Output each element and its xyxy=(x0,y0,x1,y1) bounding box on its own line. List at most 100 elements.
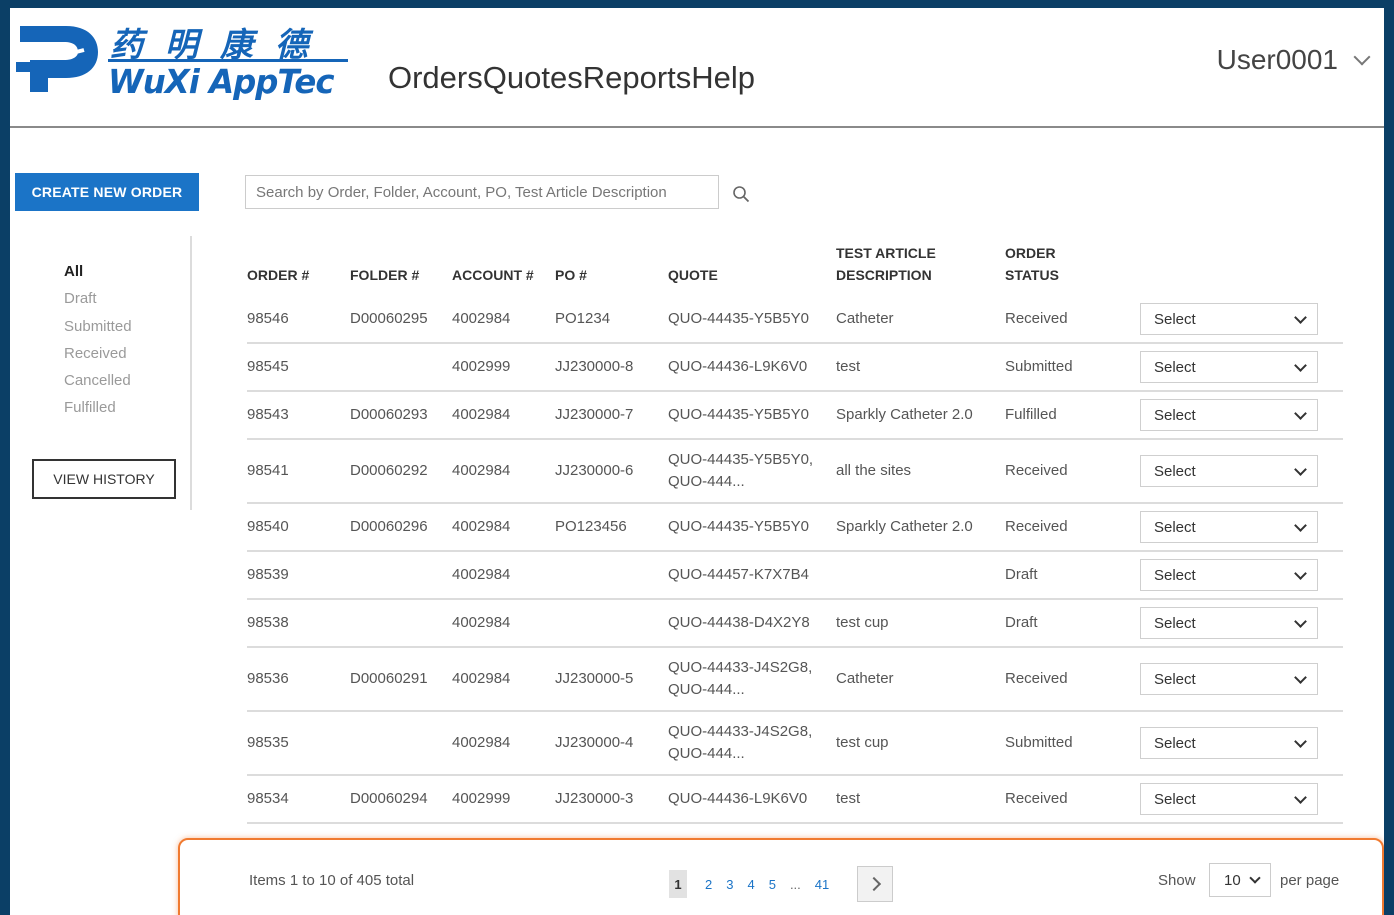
cell-order: 98535 xyxy=(247,734,289,751)
cell-account: 4002984 xyxy=(452,310,511,327)
cell-quote: QUO-44433-J4S2G8, QUO-444... xyxy=(668,648,812,710)
row-action-select[interactable]: Select xyxy=(1140,559,1318,591)
cell-description: test cup xyxy=(836,614,889,631)
status-filter-list: All Draft Submitted Received Cancelled F… xyxy=(64,258,132,422)
row-action-select[interactable]: Select xyxy=(1140,663,1318,695)
cell-account: 4002984 xyxy=(452,734,511,751)
page-4[interactable]: 4 xyxy=(747,877,754,892)
cell-description: Sparkly Catheter 2.0 xyxy=(836,518,973,535)
nav-orders[interactable]: Orders xyxy=(388,60,483,96)
cell-account: 4002984 xyxy=(452,406,511,423)
cell-status: Submitted xyxy=(1005,734,1073,751)
top-header: 药明康德 WuXi AppTec Orders Quotes Reports Help… xyxy=(10,8,1384,128)
quote-line: QUO-444... xyxy=(668,745,745,762)
table-row[interactable]: 98541 D00060292 4002984 JJ230000-6 QUO-44435… xyxy=(247,440,1343,504)
show-label: Show xyxy=(1158,872,1196,889)
header-order-status[interactable]: ORDER STATUS xyxy=(1005,236,1059,286)
table-row[interactable]: 98539 4002984 QUO-44457-K7X7B4 Draft Select xyxy=(247,552,1343,600)
page-5[interactable]: 5 xyxy=(769,877,776,892)
per-page-label: per page xyxy=(1280,872,1340,889)
filter-fulfilled[interactable]: Fulfilled xyxy=(64,394,132,421)
header-folder[interactable]: FOLDER # xyxy=(350,236,419,286)
cell-folder: D00060296 xyxy=(350,518,428,535)
filter-received[interactable]: Received xyxy=(64,340,132,367)
quote-line: QUO-444... xyxy=(668,681,745,698)
chevron-down-icon xyxy=(1294,734,1307,748)
header-account[interactable]: ACCOUNT # xyxy=(452,236,534,286)
cell-folder: D00060291 xyxy=(350,670,428,687)
table-row[interactable]: 98535 4002984 JJ230000-4 QUO-44433-J4S2G8, Q… xyxy=(247,712,1343,776)
page-2[interactable]: 2 xyxy=(705,877,712,892)
logo-p-mark-icon xyxy=(14,26,98,92)
cell-folder: D00060292 xyxy=(350,462,428,479)
filter-all[interactable]: All xyxy=(64,258,132,285)
page-41[interactable]: 41 xyxy=(815,877,829,892)
cell-po: JJ230000-3 xyxy=(555,790,634,807)
user-menu[interactable]: User0001 xyxy=(1217,44,1371,76)
filter-draft[interactable]: Draft xyxy=(64,285,132,312)
cell-account: 4002984 xyxy=(452,566,511,583)
select-label: Select xyxy=(1154,734,1196,752)
cell-order: 98534 xyxy=(247,790,289,807)
cell-account: 4002999 xyxy=(452,358,511,375)
cell-order: 98545 xyxy=(247,358,289,375)
nav-reports[interactable]: Reports xyxy=(583,60,692,96)
table-row[interactable]: 98543 D00060293 4002984 JJ230000-7 QUO-44435… xyxy=(247,392,1343,440)
filter-cancelled[interactable]: Cancelled xyxy=(64,367,132,394)
cell-account: 4002984 xyxy=(452,462,511,479)
search-icon[interactable] xyxy=(732,185,750,203)
table-row[interactable]: 98545 4002999 JJ230000-8 QUO-44436-L9K6V0 te… xyxy=(247,344,1343,392)
cell-order: 98538 xyxy=(247,614,289,631)
per-page-select[interactable]: 10 xyxy=(1209,863,1271,897)
select-label: Select xyxy=(1154,566,1196,584)
chevron-down-icon xyxy=(1294,462,1307,476)
header-quote[interactable]: QUOTE xyxy=(668,236,718,286)
row-action-select[interactable]: Select xyxy=(1140,607,1318,639)
nav-help[interactable]: Help xyxy=(691,60,755,96)
search-input[interactable] xyxy=(245,175,719,209)
row-action-select[interactable]: Select xyxy=(1140,727,1318,759)
row-action-select[interactable]: Select xyxy=(1140,511,1318,543)
table-row[interactable]: 98540 D00060296 4002984 PO123456 QUO-44435-Y… xyxy=(247,504,1343,552)
cell-status: Received xyxy=(1005,310,1068,327)
nav-quotes[interactable]: Quotes xyxy=(483,60,583,96)
cell-quote: QUO-44435-Y5B5Y0 xyxy=(668,296,809,342)
header-po[interactable]: PO # xyxy=(555,236,587,286)
cell-quote: QUO-44436-L9K6V0 xyxy=(668,344,807,390)
view-history-button[interactable]: VIEW HISTORY xyxy=(32,459,176,499)
header-test-article-description[interactable]: TEST ARTICLE DESCRIPTION xyxy=(836,236,936,286)
cell-order: 98541 xyxy=(247,462,289,479)
quote-line: QUO-44457-K7X7B4 xyxy=(668,566,809,583)
row-action-select[interactable]: Select xyxy=(1140,399,1318,431)
row-action-select[interactable]: Select xyxy=(1140,351,1318,383)
table-row[interactable]: 98546 D00060295 4002984 PO1234 QUO-44435-Y5B… xyxy=(247,296,1343,344)
cell-account: 4002984 xyxy=(452,670,511,687)
header-status-line2: STATUS xyxy=(1005,267,1059,283)
table-row[interactable]: 98536 D00060291 4002984 JJ230000-5 QUO-44433… xyxy=(247,648,1343,712)
cell-description: all the sites xyxy=(836,462,912,479)
row-action-select[interactable]: Select xyxy=(1140,303,1318,335)
cell-description: test xyxy=(836,790,861,807)
row-action-select[interactable]: Select xyxy=(1140,455,1318,487)
filter-submitted[interactable]: Submitted xyxy=(64,313,132,340)
sidebar-divider xyxy=(190,236,192,510)
cell-status: Received xyxy=(1005,670,1068,687)
header-order[interactable]: ORDER # xyxy=(247,236,309,286)
page-ellipsis: ... xyxy=(789,876,801,892)
table-row[interactable]: 98538 4002984 QUO-44438-D4X2Y8 test cup Draf… xyxy=(247,600,1343,648)
quote-line: QUO-44438-D4X2Y8 xyxy=(668,614,810,631)
wuxi-apptec-logo[interactable]: 药明康德 WuXi AppTec xyxy=(14,18,354,108)
cell-status: Fulfilled xyxy=(1005,406,1057,423)
page-3[interactable]: 3 xyxy=(726,877,733,892)
quote-line: QUO-444... xyxy=(668,473,745,490)
table-row[interactable]: 98534 D00060294 4002999 JJ230000-3 QUO-44436… xyxy=(247,776,1343,824)
cell-quote: QUO-44435-Y5B5Y0 xyxy=(668,392,809,438)
create-new-order-button[interactable]: CREATE NEW ORDER xyxy=(15,173,199,211)
next-page-button[interactable] xyxy=(857,866,894,902)
page-1[interactable]: 1 xyxy=(669,870,687,898)
row-action-select[interactable]: Select xyxy=(1140,783,1318,815)
chevron-down-icon xyxy=(1353,48,1371,66)
cell-status: Draft xyxy=(1005,566,1038,583)
items-total-text: Items 1 to 10 of 405 total xyxy=(249,872,415,889)
cell-quote: QUO-44438-D4X2Y8 xyxy=(668,600,810,646)
